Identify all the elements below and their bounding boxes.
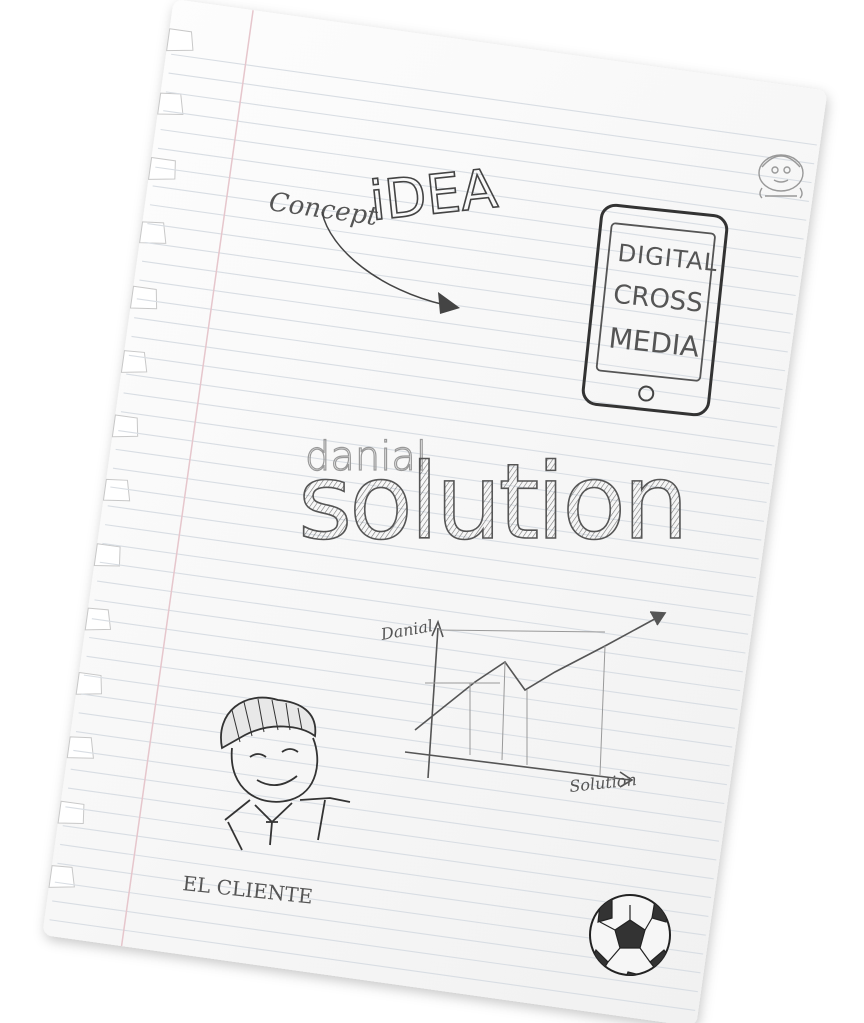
- idea-label: iDEA: [367, 157, 501, 233]
- notebook-scene: Concept iDEA DIGITAL CROSS MEDIA danial: [43, 0, 827, 1023]
- logo-big-text-hatch: solution: [298, 441, 686, 563]
- logo: danial solution: [297, 433, 689, 563]
